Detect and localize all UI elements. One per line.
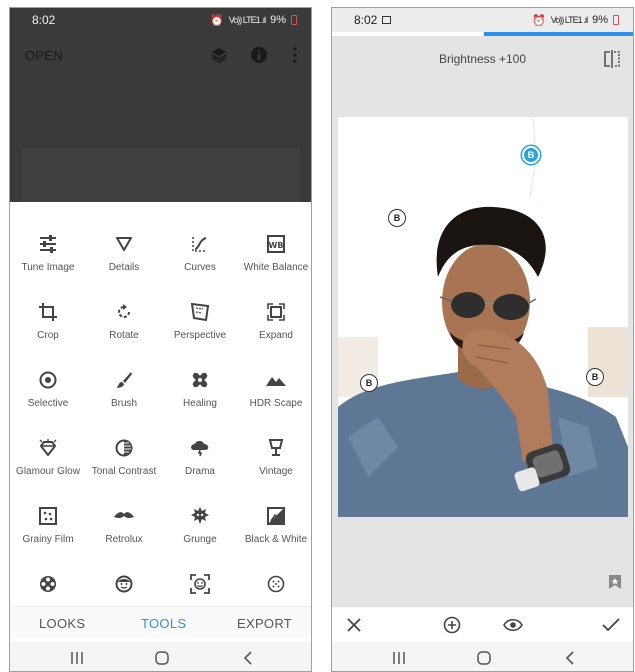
dots-circle-icon [238,572,311,596]
triangle-icon [86,232,162,256]
status-time: 8:02 [32,13,56,27]
control-point[interactable]: B [586,368,604,386]
compare-icon[interactable] [603,50,623,70]
contrast-icon [86,436,162,460]
tools-grid: Tune Image Details Curves WB White Balan… [10,202,311,606]
signal-icon: Vo)) LTE1 .ıl [550,15,588,25]
top-bar: OPEN [10,32,311,80]
sliders-icon [10,232,86,256]
target-icon [10,368,86,392]
tab-looks[interactable]: LOOKS [39,616,85,631]
tool-dots[interactable] [238,572,311,602]
face-icon [86,572,162,596]
close-icon[interactable] [344,615,364,635]
control-point-active[interactable]: B [522,146,540,164]
add-point-icon[interactable] [442,615,462,635]
back-icon[interactable] [239,649,257,667]
preview-image [22,148,300,204]
tab-tools[interactable]: TOOLS [141,616,186,631]
apply-check-icon[interactable] [601,615,621,635]
battery-icon [291,15,297,25]
battery-level: 9% [592,14,608,26]
recent-apps-icon[interactable] [390,649,408,667]
tool-rotate[interactable]: Rotate [86,300,162,342]
back-icon[interactable] [561,649,579,667]
parameter-bar: Brightness +100 [332,36,633,94]
bottom-tabs: LOOKS TOOLS EXPORT [10,606,311,638]
photo-image [338,117,628,517]
home-icon[interactable] [475,649,493,667]
tool-face[interactable] [86,572,162,602]
control-point[interactable]: B [360,374,378,392]
tool-tonal-contrast[interactable]: Tonal Contrast [86,436,162,478]
recent-apps-icon[interactable] [68,649,86,667]
svg-text:WB: WB [269,241,284,250]
tool-face-pose[interactable] [162,572,238,602]
tool-drama[interactable]: Drama [162,436,238,478]
action-bar [332,606,633,642]
wb-icon: WB [238,232,311,256]
tool-selective[interactable]: Selective [10,368,86,410]
lamp-icon [238,436,311,460]
status-bar: 8:02 ⏰ Vo)) LTE1 .ıl 9% [332,8,633,32]
alarm-icon: ⏰ [210,14,224,27]
tool-perspective[interactable]: Perspective [162,300,238,342]
edited-photo[interactable]: B B B B [338,117,628,517]
battery-icon [613,15,619,25]
film-grain-icon [10,504,86,528]
crop-icon [10,300,86,324]
tool-grunge[interactable]: Grunge [162,504,238,546]
system-nav-bar [10,642,311,671]
eye-icon[interactable] [503,615,523,635]
signal-icon: Vo)) LTE1 .ıl [228,15,266,25]
tools-screen: 8:02 ⏰ Vo)) LTE1 .ıl 9% OPEN Tune Image [9,7,312,672]
film-reel-icon [10,572,86,596]
tool-curves[interactable]: Curves [162,232,238,274]
tool-glamour-glow[interactable]: Glamour Glow [10,436,86,478]
tool-details[interactable]: Details [86,232,162,274]
control-point[interactable]: B [388,209,406,227]
expand-icon [238,300,311,324]
tool-brush[interactable]: Brush [86,368,162,410]
tool-black-white[interactable]: Black & White [238,504,311,546]
mountain-icon [238,368,311,392]
diamond-icon [10,436,86,460]
tool-hdr-scape[interactable]: HDR Scape [238,368,311,410]
bookmark-icon[interactable] [608,574,622,590]
status-time: 8:02 [354,13,378,27]
tool-grainy-film[interactable]: Grainy Film [10,504,86,546]
tool-expand[interactable]: Expand [238,300,311,342]
mustache-icon [86,504,162,528]
rotate-icon [86,300,162,324]
more-vert-icon[interactable] [284,44,306,66]
face-frame-icon [162,572,238,596]
alarm-icon: ⏰ [532,14,546,27]
tool-white-balance[interactable]: WB White Balance [238,232,311,274]
cloud-icon [162,436,238,460]
layers-icon[interactable] [208,44,230,66]
open-button[interactable]: OPEN [25,48,63,63]
perspective-icon [162,300,238,324]
tool-vintage[interactable]: Vintage [238,436,311,478]
gallery-icon [382,16,392,24]
system-nav-bar [332,642,633,671]
tool-crop[interactable]: Crop [10,300,86,342]
tool-healing[interactable]: Healing [162,368,238,410]
battery-level: 9% [270,14,286,26]
tab-export[interactable]: EXPORT [237,616,292,631]
brush-icon [86,368,162,392]
tool-film-reel[interactable] [10,572,86,602]
bw-icon [238,504,311,528]
tool-retrolux[interactable]: Retrolux [86,504,162,546]
tool-tune-image[interactable]: Tune Image [10,232,86,274]
status-bar: 8:02 ⏰ Vo)) LTE1 .ıl 9% [10,8,311,32]
image-preview [10,80,311,204]
brightness-edit-screen: 8:02 ⏰ Vo)) LTE1 .ıl 9% Brightness +100 [331,7,634,672]
info-icon[interactable] [248,44,270,66]
parameter-label: Brightness +100 [438,52,527,66]
grunge-icon [162,504,238,528]
bandage-icon [162,368,238,392]
home-icon[interactable] [153,649,171,667]
curves-icon [162,232,238,256]
